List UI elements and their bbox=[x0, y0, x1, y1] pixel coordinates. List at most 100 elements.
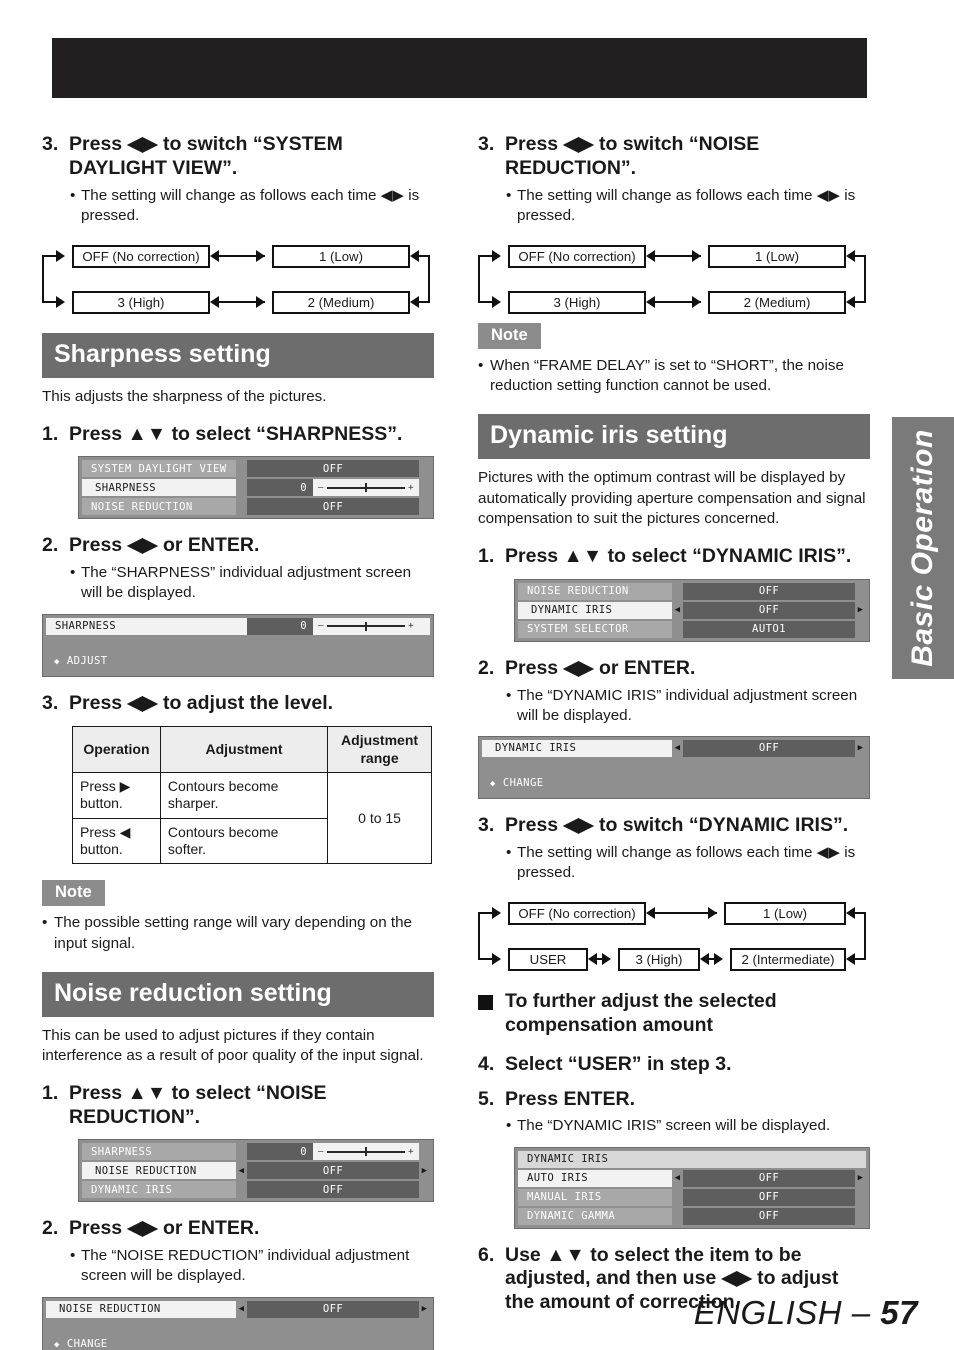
osd-row[interactable]: SHARPNESS 0 – + bbox=[46, 617, 430, 635]
bullet-dot: • bbox=[506, 686, 512, 704]
osd-row[interactable]: NOISE REDUCTION OFF bbox=[518, 582, 866, 600]
osd-row-selected[interactable]: NOISE REDUCTION ◀ OFF ▶ bbox=[82, 1162, 430, 1180]
flow-arrow-right bbox=[492, 953, 501, 966]
manual-page: Basic Operation 3. Press ◀▶ to switch “S… bbox=[0, 0, 954, 1350]
osd-right-arrow-icon bbox=[855, 583, 866, 600]
flow-box: 3 (High) bbox=[72, 291, 210, 314]
osd-slider[interactable]: 0 – + bbox=[247, 617, 419, 635]
osd-row[interactable]: SHARPNESS 0 – + bbox=[82, 1143, 430, 1161]
flow-line bbox=[864, 255, 867, 303]
step-number: 5. bbox=[478, 1087, 495, 1110]
flow-arrow-right bbox=[708, 907, 717, 920]
flow-arrow-left bbox=[846, 953, 855, 966]
sharpness-adjustment-table: Operation Adjustment Adjustment range Pr… bbox=[72, 726, 432, 865]
osd-title-row: DYNAMIC IRIS bbox=[518, 1150, 866, 1168]
slider-knob[interactable] bbox=[365, 1147, 367, 1157]
flow-arrow-right bbox=[492, 250, 501, 262]
osd-hint-label: CHANGE bbox=[502, 776, 544, 789]
osd-right-arrow-icon bbox=[855, 1189, 866, 1206]
flow-arrow-left bbox=[588, 953, 597, 966]
noise-reduction-intro: This can be used to adjust pictures if t… bbox=[42, 1026, 424, 1065]
left-column: 3. Press ◀▶ to switch “SYSTEM DAYLIGHT V… bbox=[42, 118, 434, 1350]
osd-right-arrow-icon: ▶ bbox=[857, 743, 864, 754]
note-label-noise: Note bbox=[478, 323, 541, 349]
flow-line bbox=[478, 255, 492, 258]
osd-right-arrow-icon: ▶ bbox=[419, 460, 430, 477]
osd-item-label: SHARPNESS bbox=[46, 617, 247, 635]
flow-arrow-right bbox=[714, 953, 723, 966]
osd-hint-bar: ◆ CHANGE bbox=[482, 758, 866, 795]
osd-left-arrow-icon: ◀ bbox=[674, 1173, 681, 1184]
osd-right-arrow-icon bbox=[419, 1181, 430, 1198]
osd-slider[interactable]: 0 – + bbox=[247, 479, 419, 497]
osd-item-value: OFF bbox=[683, 582, 855, 600]
step-text: Press ENTER. bbox=[505, 1087, 636, 1110]
page-header-bar bbox=[52, 38, 867, 98]
osd-row-selected[interactable]: AUTO IRIS ◀ OFF ▶ bbox=[518, 1169, 866, 1187]
osd-row[interactable]: DYNAMIC IRIS OFF bbox=[82, 1181, 430, 1199]
osd-item-value: OFF bbox=[247, 460, 419, 478]
osd-item-value: OFF bbox=[247, 1300, 419, 1318]
flow-line bbox=[42, 255, 45, 303]
osd-row[interactable]: SYSTEM DAYLIGHT VIEW ◀ OFF ▶ bbox=[82, 460, 430, 478]
flow-line bbox=[419, 255, 430, 258]
bullet-dot: • bbox=[506, 1117, 512, 1135]
subheading-text: To further adjust the selected compensat… bbox=[505, 990, 777, 1036]
osd-slider[interactable]: 0 – + bbox=[247, 1143, 419, 1161]
flow-line bbox=[855, 958, 866, 961]
table-row: Press ▶ button. Contours become sharper.… bbox=[72, 772, 432, 865]
step-text: Press ▲▼ to select “NOISE REDUCTION”. bbox=[69, 1081, 327, 1128]
osd-item-label: SYSTEM DAYLIGHT VIEW bbox=[82, 460, 236, 478]
step-switch-dynamic-iris: 3. Press ◀▶ to switch “DYNAMIC IRIS”. bbox=[478, 814, 870, 838]
flow-line bbox=[478, 301, 492, 304]
section-heading-noise-reduction: Noise reduction setting bbox=[42, 971, 434, 1017]
bullet-text: The “DYNAMIC IRIS” individual adjustment… bbox=[517, 686, 858, 724]
left-right-glyph-icon: ◆ bbox=[490, 778, 496, 789]
osd-left-arrow-icon: ◀ bbox=[236, 460, 247, 477]
osd-slider-value: 0 bbox=[247, 617, 313, 635]
step-text: Press ▲▼ to select “SHARPNESS”. bbox=[69, 422, 403, 445]
osd-hint-bar: ◆ CHANGE bbox=[46, 1319, 430, 1350]
osd-item-value: OFF bbox=[683, 1207, 855, 1225]
bullet-dot: • bbox=[42, 914, 48, 932]
osd-left-arrow-icon: ◀ bbox=[674, 605, 681, 616]
osd-item-label: DYNAMIC IRIS bbox=[482, 739, 672, 757]
flow-line bbox=[42, 301, 56, 304]
step-select-noise-reduction: 1. Press ▲▼ to select “NOISE REDUCTION”. bbox=[42, 1082, 434, 1130]
step-text: Press ▲▼ to select “DYNAMIC IRIS”. bbox=[505, 544, 852, 567]
osd-row-selected[interactable]: NOISE REDUCTION ◀ OFF ▶ bbox=[46, 1300, 430, 1318]
osd-left-arrow-icon: ◀ bbox=[674, 743, 681, 754]
osd-row[interactable]: SYSTEM SELECTOR AUTO1 bbox=[518, 620, 866, 638]
step-number: 4. bbox=[478, 1052, 495, 1075]
step-number: 3. bbox=[478, 133, 495, 155]
step-adjust-level: 3. Press ◀▶ to adjust the level. bbox=[42, 692, 434, 716]
osd-row-selected[interactable]: SHARPNESS 0 – + bbox=[82, 479, 430, 497]
flow-box: OFF (No correction) bbox=[508, 902, 646, 926]
flow-arrow-right bbox=[692, 250, 701, 262]
slider-knob[interactable] bbox=[365, 483, 367, 493]
step-switch-noise-reduction: 3. Press ◀▶ to switch “NOISE REDUCTION”. bbox=[478, 133, 870, 181]
osd-left-arrow-icon: ◀ bbox=[238, 1165, 245, 1176]
side-chapter-tab: Basic Operation bbox=[892, 417, 954, 679]
slider-knob[interactable] bbox=[365, 621, 367, 631]
osd-row[interactable]: DYNAMIC GAMMA OFF bbox=[518, 1207, 866, 1225]
flow-arrow-left bbox=[646, 250, 655, 262]
osd-row[interactable]: MANUAL IRIS OFF bbox=[518, 1188, 866, 1206]
step-number: 1. bbox=[42, 422, 59, 445]
footer-language: ENGLISH – bbox=[693, 1294, 881, 1331]
osd-row-selected[interactable]: DYNAMIC IRIS ◀ OFF ▶ bbox=[518, 601, 866, 619]
subheading-further-adjust: To further adjust the selected compensat… bbox=[478, 990, 870, 1038]
osd-row[interactable]: NOISE REDUCTION ◀ OFF ▶ bbox=[82, 498, 430, 516]
bullet-dynamic-iris-user-screen: • The “DYNAMIC IRIS” screen will be disp… bbox=[478, 1116, 870, 1136]
bullet-noise-change: • The setting will change as follows eac… bbox=[478, 186, 870, 226]
osd-item-label: DYNAMIC GAMMA bbox=[518, 1207, 672, 1225]
step-press-enter-user: 5. Press ENTER. bbox=[478, 1088, 870, 1112]
flow-line bbox=[864, 912, 867, 961]
osd-item-label: DYNAMIC IRIS bbox=[518, 601, 672, 619]
osd-right-arrow-icon: ▶ bbox=[421, 1304, 428, 1315]
square-bullet-icon bbox=[478, 995, 493, 1011]
flow-line bbox=[478, 958, 492, 961]
osd-picture-menu-dynamic-iris: NOISE REDUCTION OFF DYNAMIC IRIS ◀ OFF ▶… bbox=[514, 578, 870, 642]
flow-arrow-left bbox=[210, 296, 219, 308]
osd-row-selected[interactable]: DYNAMIC IRIS ◀ OFF ▶ bbox=[482, 739, 866, 757]
